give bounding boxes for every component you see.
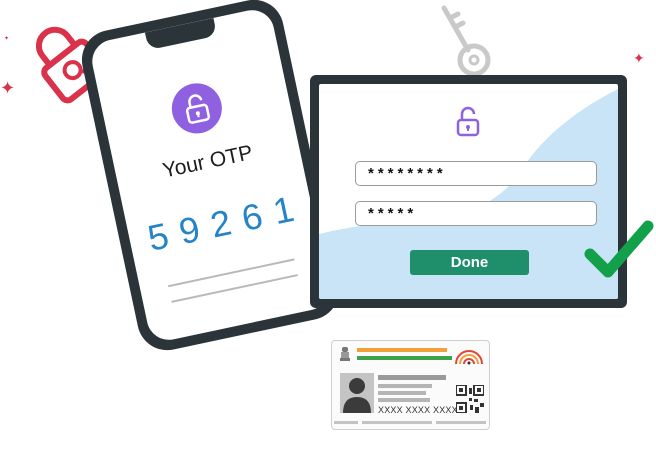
text-line <box>167 258 295 288</box>
id-card: XXXX XXXX XXXX <box>331 340 490 430</box>
checkmark-icon <box>584 216 654 284</box>
otp-code: 59261 <box>144 185 310 259</box>
card-footer-line <box>334 421 358 424</box>
sparkle-icon: ✦ <box>0 78 16 99</box>
sparkle-icon: ✦ <box>633 51 645 67</box>
emblem-icon <box>339 347 351 361</box>
key-icon <box>434 2 496 80</box>
phone: Your OTP 59261 <box>76 0 345 356</box>
unlock-icon <box>166 78 227 139</box>
text-line <box>171 274 298 303</box>
green-band <box>357 356 452 360</box>
fingerprint-logo-icon <box>453 346 485 366</box>
password-field[interactable]: ******** <box>355 161 597 186</box>
card-info-line <box>378 391 426 395</box>
orange-band <box>357 348 447 352</box>
card-info-line <box>378 375 446 380</box>
done-button[interactable]: Done <box>410 250 529 275</box>
card-info-line <box>378 384 432 388</box>
login-screen: ******** ***** Done <box>319 84 618 299</box>
otp-title: Your OTP <box>160 141 255 183</box>
sparkle-icon: ✦ <box>4 35 10 42</box>
login-panel: ******** ***** Done <box>310 75 627 308</box>
person-photo-icon <box>340 373 374 413</box>
password-confirm-field[interactable]: ***** <box>355 201 597 226</box>
card-info-line <box>378 398 430 402</box>
qr-code-icon <box>455 384 485 414</box>
phone-screen: Your OTP 59261 <box>88 6 333 344</box>
phone-notch <box>144 18 217 51</box>
unlock-icon <box>455 106 481 138</box>
card-footer-line <box>362 421 432 424</box>
card-footer-line <box>436 421 486 424</box>
card-number: XXXX XXXX XXXX <box>378 405 458 415</box>
